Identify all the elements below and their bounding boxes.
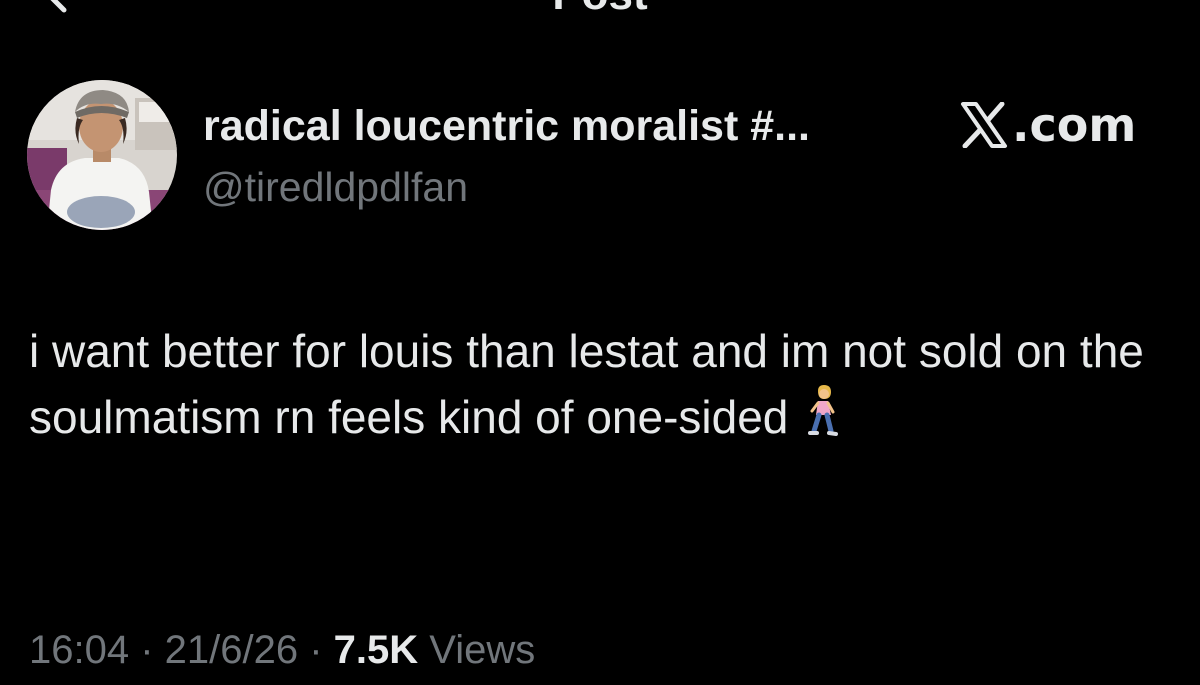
author-display-name[interactable]: radical loucentric moralist #... (203, 100, 810, 152)
x-logo-icon (961, 102, 1007, 148)
avatar[interactable] (27, 80, 177, 230)
profile-photo (27, 80, 177, 230)
post-time: 16:04 (29, 628, 130, 672)
meta-separator: · (298, 628, 334, 672)
post-metadata: 16:04 · 21/6/26 · 7.5K Views (29, 624, 535, 676)
post-date: 21/6/26 (164, 628, 299, 672)
meta-separator: · (129, 628, 165, 672)
post-body: i want better for louis than lestat and … (29, 318, 1179, 456)
woman-walking-emoji (804, 385, 842, 456)
x-com-watermark: .com (960, 96, 1136, 154)
views-label[interactable]: Views (418, 628, 535, 672)
post-text: i want better for louis than lestat and … (29, 325, 1144, 443)
views-count[interactable]: 7.5K (334, 628, 419, 672)
page-title: Post (0, 0, 1200, 20)
watermark-label: .com (1012, 98, 1137, 152)
author-handle[interactable]: @tiredldpdlfan (203, 162, 468, 212)
